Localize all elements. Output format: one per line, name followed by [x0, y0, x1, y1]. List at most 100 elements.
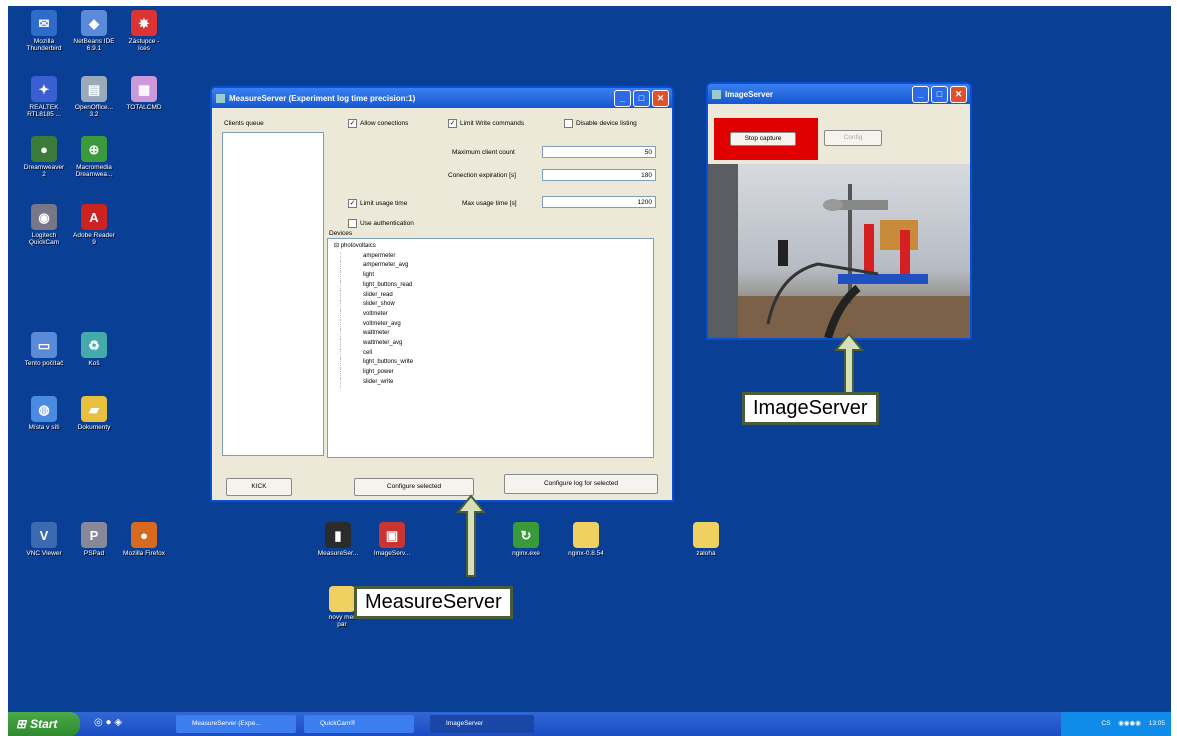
imageserver-callout-arrow [834, 332, 864, 395]
imageserver-window: ImageServer _ □ ✕ Stop capture Config [706, 82, 972, 340]
limit-usage-checkbox[interactable]: ✓ Limit usage time [348, 199, 407, 208]
task-quickcam[interactable]: QuickCam® [304, 715, 414, 733]
folder-icon [573, 522, 599, 548]
measureserver-window: MeasureServer (Experiment log time preci… [210, 86, 674, 502]
tree-item[interactable]: cell [340, 348, 653, 359]
checkbox-label: Allow conections [360, 120, 409, 127]
measureserver-titlebar[interactable]: MeasureServer (Experiment log time preci… [212, 88, 672, 108]
measureserver-callout: MeasureServer [354, 586, 513, 619]
disable-listing-checkbox[interactable]: Disable device listing [564, 119, 637, 128]
tree-item[interactable]: ampermeter_avg [340, 261, 653, 272]
ices-shortcut[interactable]: ✸ Zástupce - Ices [112, 10, 176, 52]
nginx-exe-shortcut[interactable]: ↻ nginx.exe [494, 522, 558, 557]
shortcut-icon: ✸ [131, 10, 157, 36]
max-clients-field[interactable]: 50 [542, 146, 656, 158]
tray-icons[interactable]: ◉◉◉◉ [1118, 720, 1141, 727]
max-usage-field[interactable]: 1200 [542, 196, 656, 208]
tree-item[interactable]: light [340, 271, 653, 281]
ie-icon[interactable]: ◎ [94, 717, 103, 728]
app-icon [216, 93, 225, 103]
recycle-bin-icon: ♻ [81, 332, 107, 358]
expiration-label: Conection expiration [s] [448, 172, 516, 179]
totalcmd-shortcut[interactable]: ▦ TOTALCMD [112, 76, 176, 111]
maximize-button[interactable]: □ [931, 86, 948, 103]
clients-queue-list[interactable] [222, 132, 324, 456]
checkbox-label: Limit Write commands [460, 120, 525, 127]
zaloha-folder[interactable]: zaloha [674, 522, 738, 557]
limit-write-checkbox[interactable]: ✓ Limit Write commands [448, 119, 524, 128]
start-label: Start [30, 717, 58, 731]
camera-scene [708, 164, 970, 338]
start-button[interactable]: ⊞ Start [8, 712, 80, 736]
stop-capture-button[interactable]: Stop capture [730, 132, 796, 146]
macromedia-shortcut[interactable]: ⊕ Macromedia Dreamwea... [62, 136, 126, 178]
minimize-button[interactable]: _ [912, 86, 929, 103]
pspad-icon: P [81, 522, 107, 548]
clock[interactable]: 13:05 [1149, 720, 1165, 727]
folder-icon [329, 586, 355, 612]
imageserver-shortcut[interactable]: ▣ ImageServ... [360, 522, 424, 557]
nginx-folder[interactable]: nginx-0.8.54 [554, 522, 618, 557]
tree-item[interactable]: light_buttons_write [340, 358, 653, 369]
documents-shortcut[interactable]: ▰ Dokumenty [62, 396, 126, 431]
max-usage-label: Max usage time [s] [462, 200, 517, 207]
tree-item[interactable]: voltmeter [340, 309, 653, 320]
tree-item[interactable]: light_power [340, 368, 653, 378]
adobe-reader-shortcut[interactable]: A Adobe Reader 9 [62, 204, 126, 246]
checkbox-box [348, 219, 357, 228]
network-icon: ◍ [31, 396, 57, 422]
tree-root-label: photovoltaics [340, 243, 376, 249]
expiration-field[interactable]: 180 [542, 169, 656, 181]
max-clients-label: Maximum client count [452, 149, 515, 156]
devices-label: Devices [329, 230, 353, 237]
imageserver-titlebar[interactable]: ImageServer _ □ ✕ [708, 84, 970, 104]
checkbox-box: ✓ [348, 199, 357, 208]
firefox-shortcut[interactable]: ● Mozilla Firefox [112, 522, 176, 557]
desktop: ✉ Mozilla Thunderbird ◆ NetBeans IDE 6.9… [8, 6, 1171, 712]
adobe-reader-icon: A [81, 204, 107, 230]
window-title: MeasureServer (Experiment log time preci… [229, 93, 416, 103]
tree-item[interactable]: light_buttons_read [340, 280, 653, 291]
tree-item[interactable]: slider_write [340, 377, 653, 388]
checkbox-box: ✓ [448, 119, 457, 128]
app-icon [712, 89, 721, 99]
configure-log-button[interactable]: Configure log for selected [504, 474, 658, 494]
task-imageserver[interactable]: ImageServer [430, 715, 534, 733]
tree-item[interactable]: slider_read [340, 290, 653, 301]
close-button[interactable]: ✕ [652, 90, 669, 107]
icon-label: TOTALCMD [126, 104, 162, 111]
tree-item[interactable]: slider_show [340, 300, 653, 310]
icon-label: Koš [88, 360, 100, 367]
tree-root[interactable]: ⊟ photovoltaics [334, 242, 653, 252]
minimize-button[interactable]: _ [614, 90, 631, 107]
tree-item[interactable]: voltmeter_avg [340, 319, 653, 330]
dreamweaver-icon: ● [31, 136, 57, 162]
icon-label: Macromedia Dreamwea... [75, 164, 113, 178]
tree-item[interactable]: wattmeter_avg [340, 339, 653, 349]
thunderbird-icon: ✉ [31, 10, 57, 36]
firefox-quicklaunch-icon[interactable]: ● [106, 717, 112, 728]
icon-label: ImageServ... [373, 550, 411, 557]
taskbar: ⊞ Start ◎ ● ◈ MeasureServer (Expe... Qui… [8, 712, 1171, 736]
imageserver-callout: ImageServer [742, 392, 879, 425]
realtek-icon: ✦ [31, 76, 57, 102]
totalcmd-icon: ▦ [131, 76, 157, 102]
quickcam-icon: ◉ [31, 204, 57, 230]
show-desktop-icon[interactable]: ◈ [114, 717, 122, 728]
config-button[interactable]: Config [824, 130, 882, 146]
recycle-bin-shortcut[interactable]: ♻ Koš [62, 332, 126, 367]
tree-item[interactable]: wattmeter [340, 329, 653, 340]
windows-logo-icon: ⊞ [16, 717, 27, 731]
close-button[interactable]: ✕ [950, 86, 967, 103]
language-indicator[interactable]: CS [1101, 720, 1110, 727]
icon-label: zaloha [696, 550, 716, 557]
maximize-button[interactable]: □ [633, 90, 650, 107]
tree-item[interactable]: ampermeter [340, 251, 653, 262]
kick-button[interactable]: KICK [226, 478, 292, 496]
documents-icon: ▰ [81, 396, 107, 422]
task-measureserver[interactable]: MeasureServer (Expe... [176, 715, 296, 733]
use-auth-checkbox[interactable]: Use authentication [348, 219, 414, 228]
devices-tree[interactable]: ⊟ photovoltaics ampermeter ampermeter_av… [327, 238, 654, 458]
firefox-icon: ● [131, 522, 157, 548]
allow-connections-checkbox[interactable]: ✓ Allow conections [348, 119, 408, 128]
